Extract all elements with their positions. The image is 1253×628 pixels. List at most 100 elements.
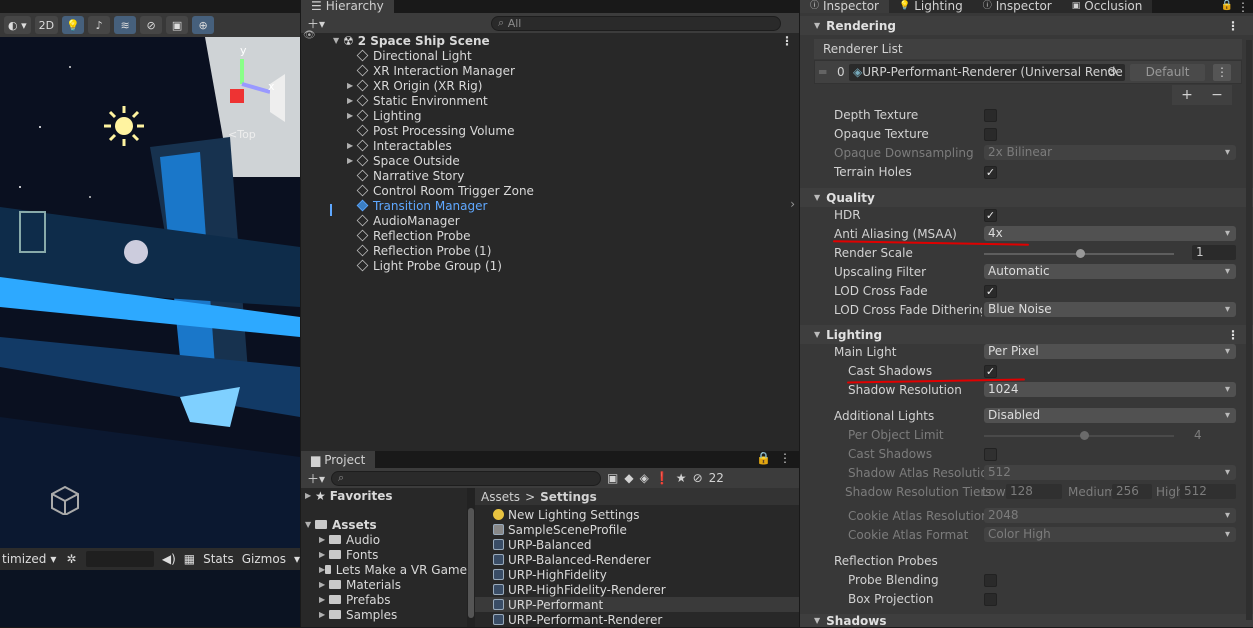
favorites-row[interactable]: ▶ ★ Favorites	[301, 488, 467, 503]
audio-toggle-icon[interactable]: ♪	[88, 16, 111, 34]
lighting-toggle-icon[interactable]: 💡	[62, 16, 85, 34]
inspector-scrollbar[interactable]	[1246, 40, 1252, 620]
renderer-object-field[interactable]: ◈URP-Performant-Renderer (Universal Rend…	[849, 64, 1125, 81]
assets-row[interactable]: ▼ Assets	[301, 517, 467, 532]
asset-item[interactable]: URP-Performant	[475, 597, 799, 612]
section-menu-icon[interactable]: ⋮	[1227, 19, 1239, 33]
speaker-icon[interactable]: ◀)	[162, 552, 176, 566]
project-folder[interactable]: ▶ Audio	[301, 532, 467, 547]
opaque-downsampling-dropdown[interactable]: 2x Bilinear	[984, 145, 1236, 160]
main-light-dropdown[interactable]: Per Pixel	[984, 344, 1236, 359]
game-view-slider[interactable]	[86, 551, 154, 567]
gizmos-button[interactable]: Gizmos	[242, 552, 286, 566]
additional-lights-dropdown[interactable]: Disabled	[984, 408, 1236, 423]
project-folder[interactable]: ▶ Materials	[301, 577, 467, 592]
anti-aliasing-dropdown[interactable]: 4x	[984, 226, 1236, 241]
search-filter-icon[interactable]: ▣	[607, 471, 618, 485]
expand-arrow-icon[interactable]: ▶	[319, 580, 329, 589]
effects-toggle-icon[interactable]: ≋	[114, 16, 137, 34]
hierarchy-item[interactable]: Narrative Story	[301, 168, 799, 183]
renderer-menu-icon[interactable]: ⋮	[1213, 64, 1231, 81]
project-folder[interactable]: ▶ Fonts	[301, 547, 467, 562]
object-picker-icon[interactable]: ⊙	[1107, 64, 1117, 78]
tier-medium-field[interactable]: 256	[1112, 484, 1152, 499]
expand-arrow-icon[interactable]: ▶	[347, 156, 357, 165]
shadow-resolution-dropdown[interactable]: 1024	[984, 382, 1236, 397]
hierarchy-item[interactable]: ▶ Lighting	[301, 108, 799, 123]
terrain-holes-checkbox[interactable]: ✓	[984, 166, 997, 179]
breadcrumb-settings[interactable]: Settings	[540, 490, 597, 504]
section-menu-icon[interactable]: ⋮	[1227, 328, 1239, 342]
add-renderer-button[interactable]: +	[1181, 87, 1193, 103]
bug-icon[interactable]: ✲	[66, 552, 76, 566]
hierarchy-item[interactable]: ▶ Space Outside	[301, 153, 799, 168]
tier-low-field[interactable]: 128	[1006, 484, 1062, 499]
expand-arrow-icon[interactable]: ▶	[319, 595, 329, 604]
lod-cross-fade-checkbox[interactable]: ✓	[984, 285, 997, 298]
splitter[interactable]	[467, 488, 475, 627]
lock-icon[interactable]: 🔒	[1221, 0, 1233, 11]
warning-icon[interactable]: ❗	[655, 471, 670, 485]
breadcrumb-assets[interactable]: Assets	[481, 490, 520, 504]
drag-handle-icon[interactable]: ═	[819, 65, 826, 79]
create-asset-button[interactable]: ＋▾	[307, 470, 325, 487]
panel-menu-icon[interactable]: ⋮	[1237, 0, 1249, 14]
hierarchy-item[interactable]: ▶ Static Environment	[301, 93, 799, 108]
scene-menu-icon[interactable]: ⋮	[781, 34, 793, 48]
hierarchy-item[interactable]: ▶ XR Origin (XR Rig)	[301, 78, 799, 93]
expand-arrow-icon[interactable]: ▶	[347, 96, 357, 105]
hierarchy-item[interactable]: XR Interaction Manager	[301, 63, 799, 78]
default-renderer-button[interactable]: Default	[1130, 64, 1205, 81]
camera-cube-icon[interactable]	[50, 485, 80, 517]
asset-item[interactable]: URP-HighFidelity	[475, 567, 799, 582]
hidden-packages-icon[interactable]: ⊘	[693, 471, 703, 485]
visibility-toggle-icon[interactable]: ⊘	[140, 16, 163, 34]
expand-arrow-icon[interactable]: ▶	[319, 610, 329, 619]
gizmos-dropdown-icon[interactable]: ▾	[294, 552, 300, 566]
gizmos-toggle-icon[interactable]: ⊕	[192, 16, 215, 34]
grid-icon[interactable]: ▦	[184, 552, 195, 566]
tab-hierarchy[interactable]: ☰ Hierarchy	[301, 0, 394, 13]
tier-high-field[interactable]: 512	[1180, 484, 1236, 499]
expand-arrow-icon[interactable]: ▼	[333, 36, 343, 45]
hierarchy-item[interactable]: Directional Light	[301, 48, 799, 63]
hierarchy-item[interactable]: ▶ Interactables	[301, 138, 799, 153]
hierarchy-item[interactable]: Post Processing Volume	[301, 123, 799, 138]
directional-light-icon[interactable]	[102, 104, 146, 148]
orientation-gizmo[interactable]: y x <Top	[210, 44, 295, 144]
gizmo-top-label[interactable]: <Top	[228, 128, 256, 141]
tab-project[interactable]: ▆ Project	[301, 451, 376, 468]
asset-item[interactable]: URP-HighFidelity-Renderer	[475, 582, 799, 597]
per-object-limit-knob[interactable]	[1080, 431, 1089, 440]
camera-settings-icon[interactable]: ▣	[166, 16, 189, 34]
stats-button[interactable]: Stats	[203, 552, 234, 566]
project-search-input[interactable]: ⌕	[331, 470, 602, 486]
expand-arrow-icon[interactable]: ▼	[305, 520, 315, 529]
lighting-section-header[interactable]: ▼ Lighting ⋮	[800, 325, 1253, 344]
tab-inspector[interactable]: ⓘ Inspector	[972, 0, 1062, 13]
project-folder[interactable]: ▶ Prefabs	[301, 592, 467, 607]
shadows-section-header[interactable]: ▼ Shadows	[800, 614, 1253, 628]
2d-toggle[interactable]: 2D	[34, 16, 59, 34]
cast-shadows-checkbox[interactable]: ✓	[984, 365, 997, 378]
expand-arrow-icon[interactable]: ▶	[319, 535, 329, 544]
box-projection-checkbox[interactable]	[984, 593, 997, 606]
add-object-button[interactable]: ＋▾	[307, 15, 325, 32]
hierarchy-item[interactable]: Light Probe Group (1)	[301, 258, 799, 273]
render-scale-field[interactable]: 1	[1192, 245, 1236, 260]
hierarchy-item[interactable]: Reflection Probe	[301, 228, 799, 243]
optimized-dropdown[interactable]: timized	[0, 552, 46, 566]
scene-root-row[interactable]: ▼ ☢ 2 Space Ship Scene ⋮	[301, 33, 799, 48]
asset-item[interactable]: URP-Balanced-Renderer	[475, 552, 799, 567]
additional-cast-shadows-checkbox[interactable]	[984, 448, 997, 461]
tab-inspector[interactable]: ⓘ Inspector	[800, 0, 889, 13]
hierarchy-item[interactable]: Transition Manager	[301, 198, 799, 213]
label-filter-icon[interactable]: ◈	[640, 471, 649, 485]
expand-arrow-icon[interactable]: ▶	[347, 141, 357, 150]
shadow-atlas-resolution-dropdown[interactable]: 512	[984, 465, 1236, 480]
shading-mode-button[interactable]: ◐ ▾	[4, 16, 31, 34]
hierarchy-item[interactable]: Reflection Probe (1)	[301, 243, 799, 258]
hierarchy-search-input[interactable]: ⌕ All	[491, 15, 782, 31]
panel-menu-icon[interactable]: ⋮	[779, 451, 791, 465]
hierarchy-item[interactable]: Control Room Trigger Zone	[301, 183, 799, 198]
